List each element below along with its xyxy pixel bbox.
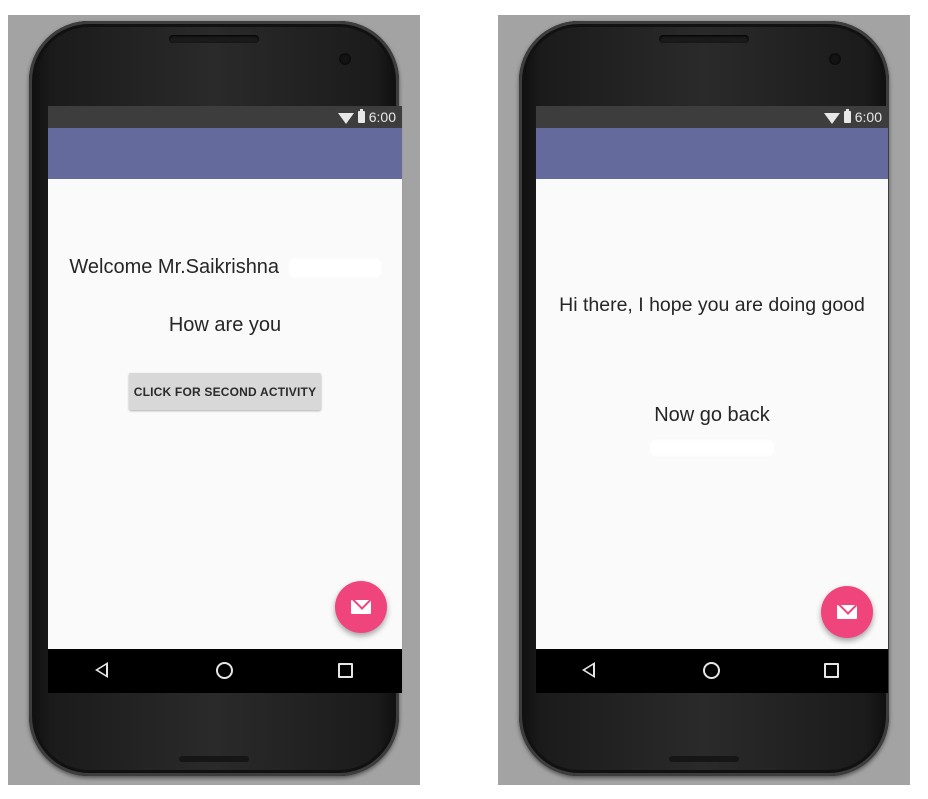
- redacted-name: [650, 439, 774, 456]
- left-screenshot-panel: 6:00 Welcome Mr.Saikrishna How are you C…: [8, 15, 420, 785]
- battery-icon: [843, 109, 851, 123]
- navigation-bar: [536, 649, 888, 693]
- back-icon[interactable]: [582, 662, 595, 678]
- wifi-icon: [823, 112, 840, 124]
- email-fab[interactable]: [335, 581, 387, 633]
- front-camera: [339, 53, 351, 65]
- envelope-icon: [351, 600, 371, 614]
- status-clock: 6:00: [368, 109, 396, 125]
- status-icons: 6:00: [337, 109, 396, 125]
- status-icons: 6:00: [823, 109, 882, 125]
- welcome-label: Welcome Mr.Saikrishna: [69, 256, 280, 278]
- second-activity-button[interactable]: CLICK FOR SECOND ACTIVITY: [129, 373, 321, 410]
- device-screen: 6:00 Hi there, I hope you are doing good…: [536, 106, 888, 693]
- app-bar: [536, 128, 888, 179]
- status-clock: 6:00: [854, 109, 882, 125]
- redacted-line: [536, 436, 888, 459]
- home-icon[interactable]: [216, 662, 233, 679]
- greeting-text: How are you: [168, 314, 282, 336]
- device-screen: 6:00 Welcome Mr.Saikrishna How are you C…: [48, 106, 402, 693]
- status-bar: 6:00: [48, 106, 402, 128]
- phone-frame: 6:00 Welcome Mr.Saikrishna How are you C…: [29, 21, 402, 776]
- recents-icon[interactable]: [338, 663, 353, 678]
- wifi-icon: [337, 112, 354, 124]
- home-icon[interactable]: [703, 662, 720, 679]
- envelope-icon: [837, 605, 857, 619]
- hope-text: Hi there, I hope you are doing good: [559, 294, 865, 316]
- app-bar: [48, 128, 402, 179]
- earpiece-speaker: [659, 35, 749, 43]
- phone-frame: 6:00 Hi there, I hope you are doing good…: [519, 21, 889, 776]
- recents-icon[interactable]: [824, 663, 839, 678]
- front-camera: [829, 53, 841, 65]
- battery-icon: [357, 109, 365, 123]
- email-fab[interactable]: [821, 586, 873, 638]
- go-back-text: Now go back: [654, 404, 770, 426]
- earpiece-speaker: [169, 35, 259, 43]
- bottom-speaker: [669, 756, 739, 762]
- back-icon[interactable]: [95, 662, 108, 678]
- navigation-bar: [48, 649, 402, 693]
- status-bar: 6:00: [536, 106, 888, 128]
- redacted-name: [288, 258, 381, 277]
- welcome-text: Welcome Mr.Saikrishna: [48, 256, 402, 279]
- bottom-speaker: [179, 756, 249, 762]
- right-screenshot-panel: 6:00 Hi there, I hope you are doing good…: [498, 15, 910, 785]
